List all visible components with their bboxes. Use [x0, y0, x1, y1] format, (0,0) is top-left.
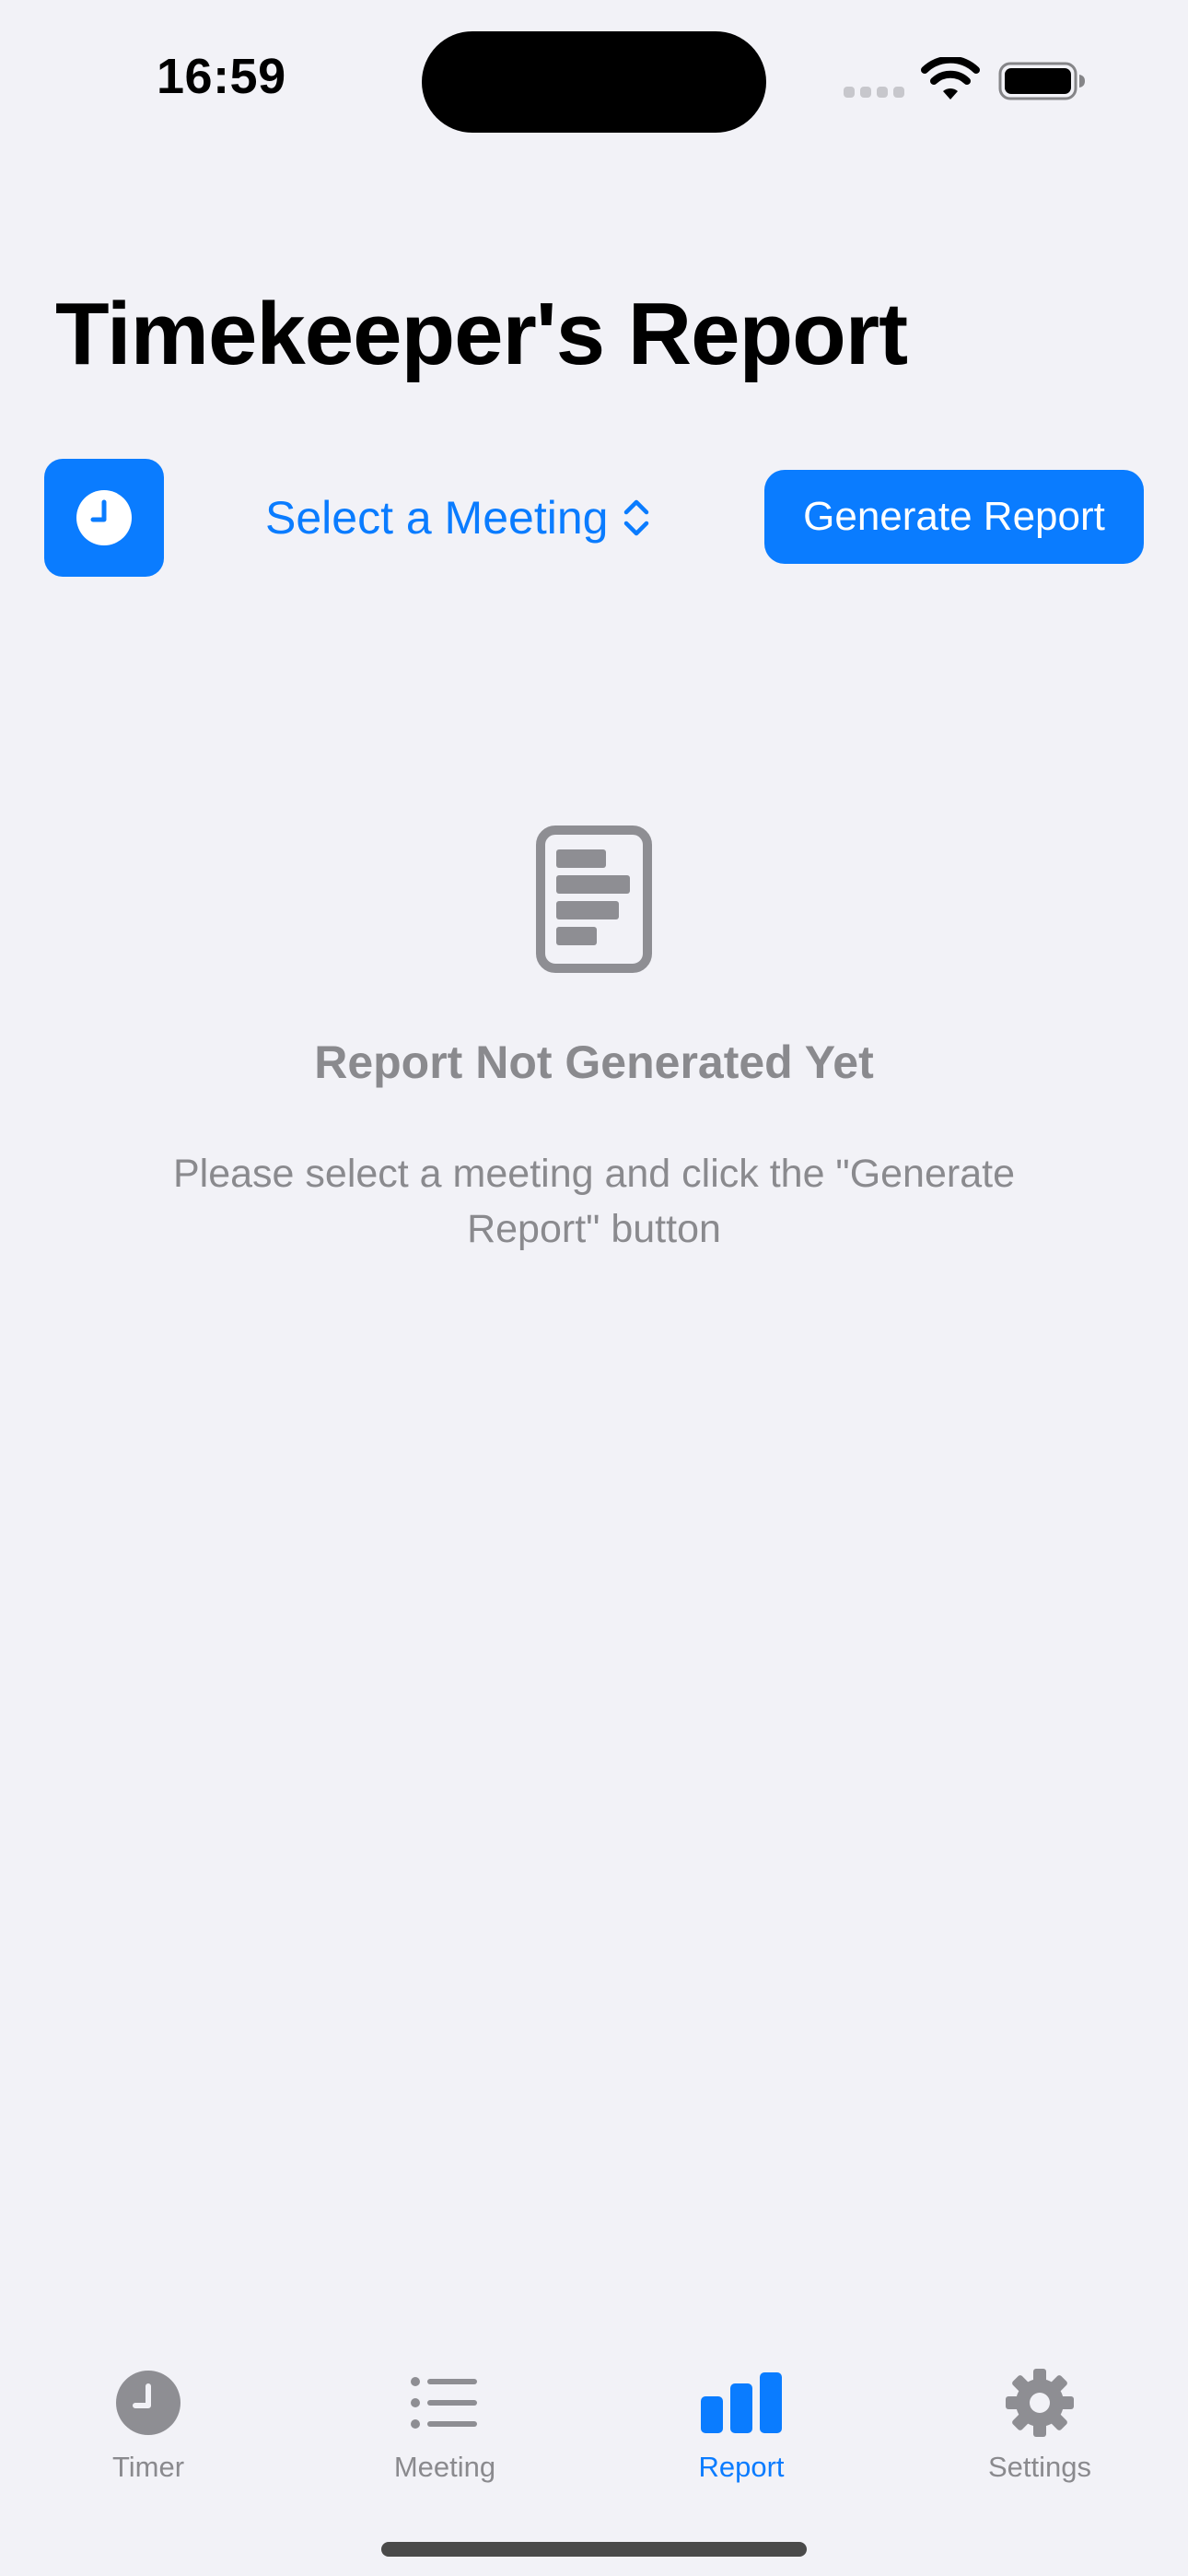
status-time: 16:59	[157, 49, 286, 104]
tab-timer-label: Timer	[111, 2451, 185, 2483]
clock-icon	[116, 2371, 181, 2435]
tab-report[interactable]: Report	[640, 2368, 843, 2497]
wifi-icon	[921, 57, 980, 100]
meeting-picker[interactable]: Select a Meeting	[265, 488, 650, 547]
tab-meeting-label: Meeting	[393, 2451, 496, 2483]
tab-bar: Timer Meeting Report Settings	[0, 2340, 1188, 2576]
empty-state-title: Report Not Generated Yet	[314, 1036, 874, 1088]
cellular-signal-icon	[844, 87, 906, 100]
generate-report-button[interactable]: Generate Report	[764, 470, 1144, 564]
empty-state-message: Please select a meeting and click the "G…	[172, 1152, 1015, 1251]
tab-timer[interactable]: Timer	[47, 2368, 250, 2497]
battery-icon	[998, 62, 1085, 100]
meeting-picker-label: Select a Meeting	[265, 492, 609, 544]
timer-shortcut-button[interactable]	[44, 459, 164, 577]
report-document-icon	[536, 825, 652, 973]
tab-meeting[interactable]: Meeting	[344, 2368, 546, 2497]
tab-settings[interactable]: Settings	[938, 2368, 1141, 2497]
gear-icon	[1006, 2369, 1074, 2437]
tab-report-label: Report	[698, 2451, 785, 2483]
home-indicator[interactable]	[381, 2542, 807, 2557]
clock-icon	[76, 490, 132, 545]
dynamic-island	[422, 31, 766, 133]
chevron-up-down-icon	[624, 499, 649, 536]
tab-settings-label: Settings	[987, 2451, 1091, 2483]
list-icon	[411, 2377, 477, 2429]
page-title: Timekeeper's Report	[55, 285, 908, 383]
bar-chart-icon	[701, 2372, 782, 2433]
